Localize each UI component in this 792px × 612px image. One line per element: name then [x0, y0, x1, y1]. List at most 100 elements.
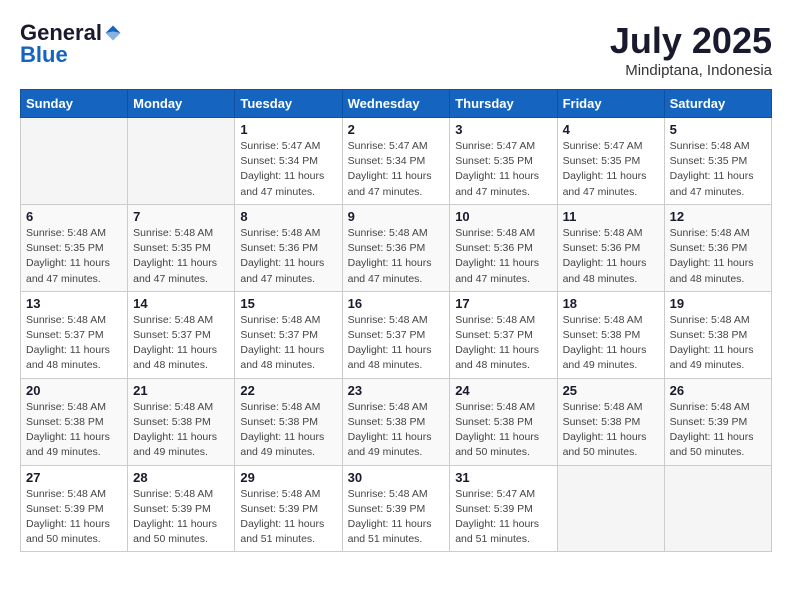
day-number: 26: [670, 383, 766, 398]
day-number: 9: [348, 209, 445, 224]
calendar-week-row: 13 Sunrise: 5:48 AM Sunset: 5:37 PM Dayli…: [21, 291, 772, 378]
calendar-cell: 1 Sunrise: 5:47 AM Sunset: 5:34 PM Daylig…: [235, 118, 342, 205]
calendar-week-row: 6Sunrise: 5:48 AM Sunset: 5:35 PM Daylig…: [21, 204, 772, 291]
day-info: Sunrise: 5:47 AM Sunset: 5:34 PM Dayligh…: [240, 139, 336, 200]
day-info: Sunrise: 5:48 AM Sunset: 5:39 PM Dayligh…: [26, 487, 122, 548]
calendar-cell: [128, 118, 235, 205]
calendar-cell: 5 Sunrise: 5:48 AM Sunset: 5:35 PM Daylig…: [664, 118, 771, 205]
calendar-week-row: 27 Sunrise: 5:48 AM Sunset: 5:39 PM Dayli…: [21, 465, 772, 552]
calendar-cell: 25Sunrise: 5:48 AM Sunset: 5:38 PM Dayli…: [557, 378, 664, 465]
calendar-cell: 28Sunrise: 5:48 AM Sunset: 5:39 PM Dayli…: [128, 465, 235, 552]
day-info: Sunrise: 5:48 AM Sunset: 5:39 PM Dayligh…: [348, 487, 445, 548]
calendar-cell: 18 Sunrise: 5:48 AM Sunset: 5:38 PM Dayli…: [557, 291, 664, 378]
day-number: 29: [240, 470, 336, 485]
day-header: Friday: [557, 90, 664, 118]
calendar-cell: 30 Sunrise: 5:48 AM Sunset: 5:39 PM Dayli…: [342, 465, 450, 552]
calendar-cell: 15 Sunrise: 5:48 AM Sunset: 5:37 PM Dayli…: [235, 291, 342, 378]
day-header: Thursday: [450, 90, 557, 118]
calendar-cell: 31 Sunrise: 5:47 AM Sunset: 5:39 PM Dayli…: [450, 465, 557, 552]
day-info: Sunrise: 5:47 AM Sunset: 5:34 PM Dayligh…: [348, 139, 445, 200]
day-number: 25: [563, 383, 659, 398]
day-number: 2: [348, 122, 445, 137]
calendar-cell: 20 Sunrise: 5:48 AM Sunset: 5:38 PM Dayli…: [21, 378, 128, 465]
calendar-header-row: SundayMondayTuesdayWednesdayThursdayFrid…: [21, 90, 772, 118]
calendar-table: SundayMondayTuesdayWednesdayThursdayFrid…: [20, 89, 772, 552]
calendar-cell: 19Sunrise: 5:48 AM Sunset: 5:38 PM Dayli…: [664, 291, 771, 378]
calendar-cell: 29 Sunrise: 5:48 AM Sunset: 5:39 PM Dayli…: [235, 465, 342, 552]
day-info: Sunrise: 5:48 AM Sunset: 5:36 PM Dayligh…: [670, 226, 766, 287]
calendar-cell: 23 Sunrise: 5:48 AM Sunset: 5:38 PM Dayli…: [342, 378, 450, 465]
month-title: July 2025: [610, 20, 772, 62]
calendar-cell: 24 Sunrise: 5:48 AM Sunset: 5:38 PM Dayli…: [450, 378, 557, 465]
day-header: Wednesday: [342, 90, 450, 118]
day-info: Sunrise: 5:48 AM Sunset: 5:36 PM Dayligh…: [348, 226, 445, 287]
day-info: Sunrise: 5:48 AM Sunset: 5:35 PM Dayligh…: [670, 139, 766, 200]
page-header: General Blue July 2025 Mindiptana, Indon…: [20, 20, 772, 79]
day-info: Sunrise: 5:48 AM Sunset: 5:37 PM Dayligh…: [26, 313, 122, 374]
calendar-cell: 14 Sunrise: 5:48 AM Sunset: 5:37 PM Dayli…: [128, 291, 235, 378]
day-number: 22: [240, 383, 336, 398]
calendar-cell: 27 Sunrise: 5:48 AM Sunset: 5:39 PM Dayli…: [21, 465, 128, 552]
day-number: 18: [563, 296, 659, 311]
day-number: 15: [240, 296, 336, 311]
calendar-cell: 12 Sunrise: 5:48 AM Sunset: 5:36 PM Dayli…: [664, 204, 771, 291]
logo-blue-text: Blue: [20, 42, 68, 68]
day-number: 16: [348, 296, 445, 311]
day-info: Sunrise: 5:48 AM Sunset: 5:38 PM Dayligh…: [240, 400, 336, 461]
calendar-cell: 3Sunrise: 5:47 AM Sunset: 5:35 PM Daylig…: [450, 118, 557, 205]
day-number: 27: [26, 470, 122, 485]
location-subtitle: Mindiptana, Indonesia: [610, 62, 772, 79]
day-header: Monday: [128, 90, 235, 118]
day-info: Sunrise: 5:48 AM Sunset: 5:37 PM Dayligh…: [240, 313, 336, 374]
calendar-cell: 8Sunrise: 5:48 AM Sunset: 5:36 PM Daylig…: [235, 204, 342, 291]
day-number: 23: [348, 383, 445, 398]
calendar-cell: 16Sunrise: 5:48 AM Sunset: 5:37 PM Dayli…: [342, 291, 450, 378]
day-number: 14: [133, 296, 229, 311]
day-number: 31: [455, 470, 551, 485]
day-info: Sunrise: 5:48 AM Sunset: 5:38 PM Dayligh…: [455, 400, 551, 461]
day-header: Saturday: [664, 90, 771, 118]
calendar-cell: 7Sunrise: 5:48 AM Sunset: 5:35 PM Daylig…: [128, 204, 235, 291]
calendar-cell: 11Sunrise: 5:48 AM Sunset: 5:36 PM Dayli…: [557, 204, 664, 291]
day-info: Sunrise: 5:48 AM Sunset: 5:35 PM Dayligh…: [133, 226, 229, 287]
day-info: Sunrise: 5:48 AM Sunset: 5:36 PM Dayligh…: [455, 226, 551, 287]
day-info: Sunrise: 5:48 AM Sunset: 5:35 PM Dayligh…: [26, 226, 122, 287]
day-number: 30: [348, 470, 445, 485]
title-block: July 2025 Mindiptana, Indonesia: [610, 20, 772, 79]
calendar-cell: 6Sunrise: 5:48 AM Sunset: 5:35 PM Daylig…: [21, 204, 128, 291]
day-info: Sunrise: 5:48 AM Sunset: 5:38 PM Dayligh…: [26, 400, 122, 461]
calendar-cell: 2 Sunrise: 5:47 AM Sunset: 5:34 PM Daylig…: [342, 118, 450, 205]
calendar-cell: [21, 118, 128, 205]
day-header: Sunday: [21, 90, 128, 118]
day-number: 17: [455, 296, 551, 311]
day-number: 5: [670, 122, 766, 137]
calendar-cell: 9 Sunrise: 5:48 AM Sunset: 5:36 PM Daylig…: [342, 204, 450, 291]
day-number: 19: [670, 296, 766, 311]
logo: General Blue: [20, 20, 122, 68]
day-info: Sunrise: 5:48 AM Sunset: 5:37 PM Dayligh…: [133, 313, 229, 374]
calendar-cell: [664, 465, 771, 552]
day-number: 21: [133, 383, 229, 398]
day-info: Sunrise: 5:47 AM Sunset: 5:39 PM Dayligh…: [455, 487, 551, 548]
day-header: Tuesday: [235, 90, 342, 118]
day-number: 20: [26, 383, 122, 398]
day-info: Sunrise: 5:48 AM Sunset: 5:38 PM Dayligh…: [133, 400, 229, 461]
day-info: Sunrise: 5:48 AM Sunset: 5:36 PM Dayligh…: [563, 226, 659, 287]
day-number: 3: [455, 122, 551, 137]
day-info: Sunrise: 5:48 AM Sunset: 5:37 PM Dayligh…: [455, 313, 551, 374]
day-info: Sunrise: 5:48 AM Sunset: 5:39 PM Dayligh…: [240, 487, 336, 548]
calendar-cell: 13 Sunrise: 5:48 AM Sunset: 5:37 PM Dayli…: [21, 291, 128, 378]
day-info: Sunrise: 5:48 AM Sunset: 5:38 PM Dayligh…: [348, 400, 445, 461]
day-info: Sunrise: 5:48 AM Sunset: 5:39 PM Dayligh…: [670, 400, 766, 461]
day-number: 1: [240, 122, 336, 137]
day-number: 13: [26, 296, 122, 311]
day-info: Sunrise: 5:48 AM Sunset: 5:38 PM Dayligh…: [563, 313, 659, 374]
calendar-cell: 22 Sunrise: 5:48 AM Sunset: 5:38 PM Dayli…: [235, 378, 342, 465]
day-info: Sunrise: 5:48 AM Sunset: 5:39 PM Dayligh…: [133, 487, 229, 548]
day-number: 8: [240, 209, 336, 224]
day-number: 24: [455, 383, 551, 398]
logo-icon: [104, 24, 122, 42]
calendar-cell: 10Sunrise: 5:48 AM Sunset: 5:36 PM Dayli…: [450, 204, 557, 291]
calendar-cell: 21 Sunrise: 5:48 AM Sunset: 5:38 PM Dayli…: [128, 378, 235, 465]
day-number: 12: [670, 209, 766, 224]
